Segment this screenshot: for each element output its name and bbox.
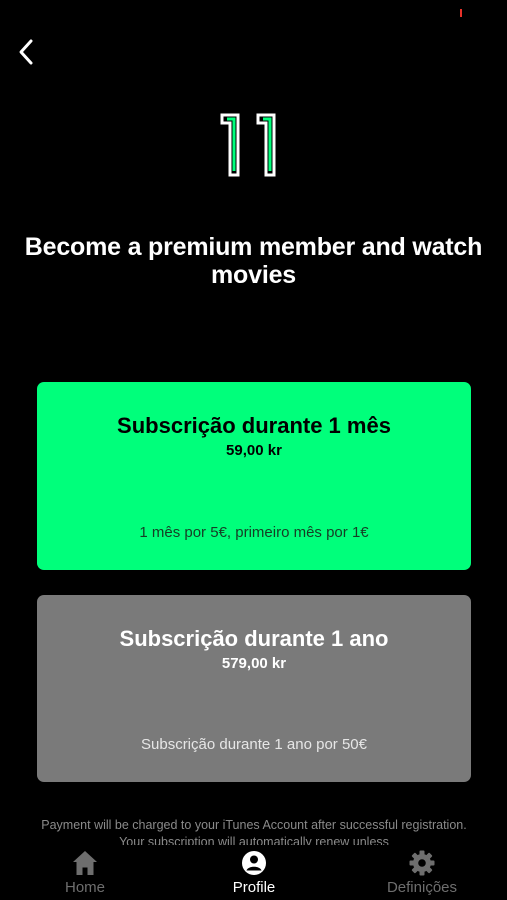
- page-title: Become a premium member and watch movies: [24, 233, 483, 289]
- tab-home[interactable]: Home: [25, 845, 145, 900]
- tab-label: Profile: [232, 879, 276, 896]
- status-indicator: [460, 9, 462, 17]
- home-icon: [73, 851, 97, 875]
- plan-monthly-card[interactable]: Subscrição durante 1 mês 59,00 kr 1 mês …: [37, 382, 471, 570]
- tab-bar: Home Profile Definições: [0, 845, 507, 900]
- legal-text: Payment will be charged to your iTunes A…: [41, 818, 467, 845]
- plan-price: 579,00 kr: [221, 655, 287, 672]
- plan-title: Subscrição durante 1 ano: [119, 626, 389, 651]
- tab-label: Definições: [386, 879, 458, 896]
- plan-description: Subscrição durante 1 ano por 50€: [141, 736, 367, 753]
- app-logo: [218, 111, 290, 179]
- plan-price: 59,00 kr: [226, 442, 282, 459]
- gear-icon: [409, 850, 435, 876]
- plan-description: 1 mês por 5€, primeiro mês por 1€: [139, 524, 369, 541]
- chevron-left-icon: [19, 39, 33, 65]
- back-button[interactable]: [8, 34, 44, 70]
- plan-yearly-card[interactable]: Subscrição durante 1 ano 579,00 kr Subsc…: [37, 595, 471, 782]
- tab-label: Home: [64, 879, 105, 896]
- tab-settings[interactable]: Definições: [362, 845, 482, 900]
- plan-title: Subscrição durante 1 mês: [117, 413, 391, 438]
- user-icon: [242, 851, 266, 875]
- tab-profile[interactable]: Profile: [194, 845, 314, 900]
